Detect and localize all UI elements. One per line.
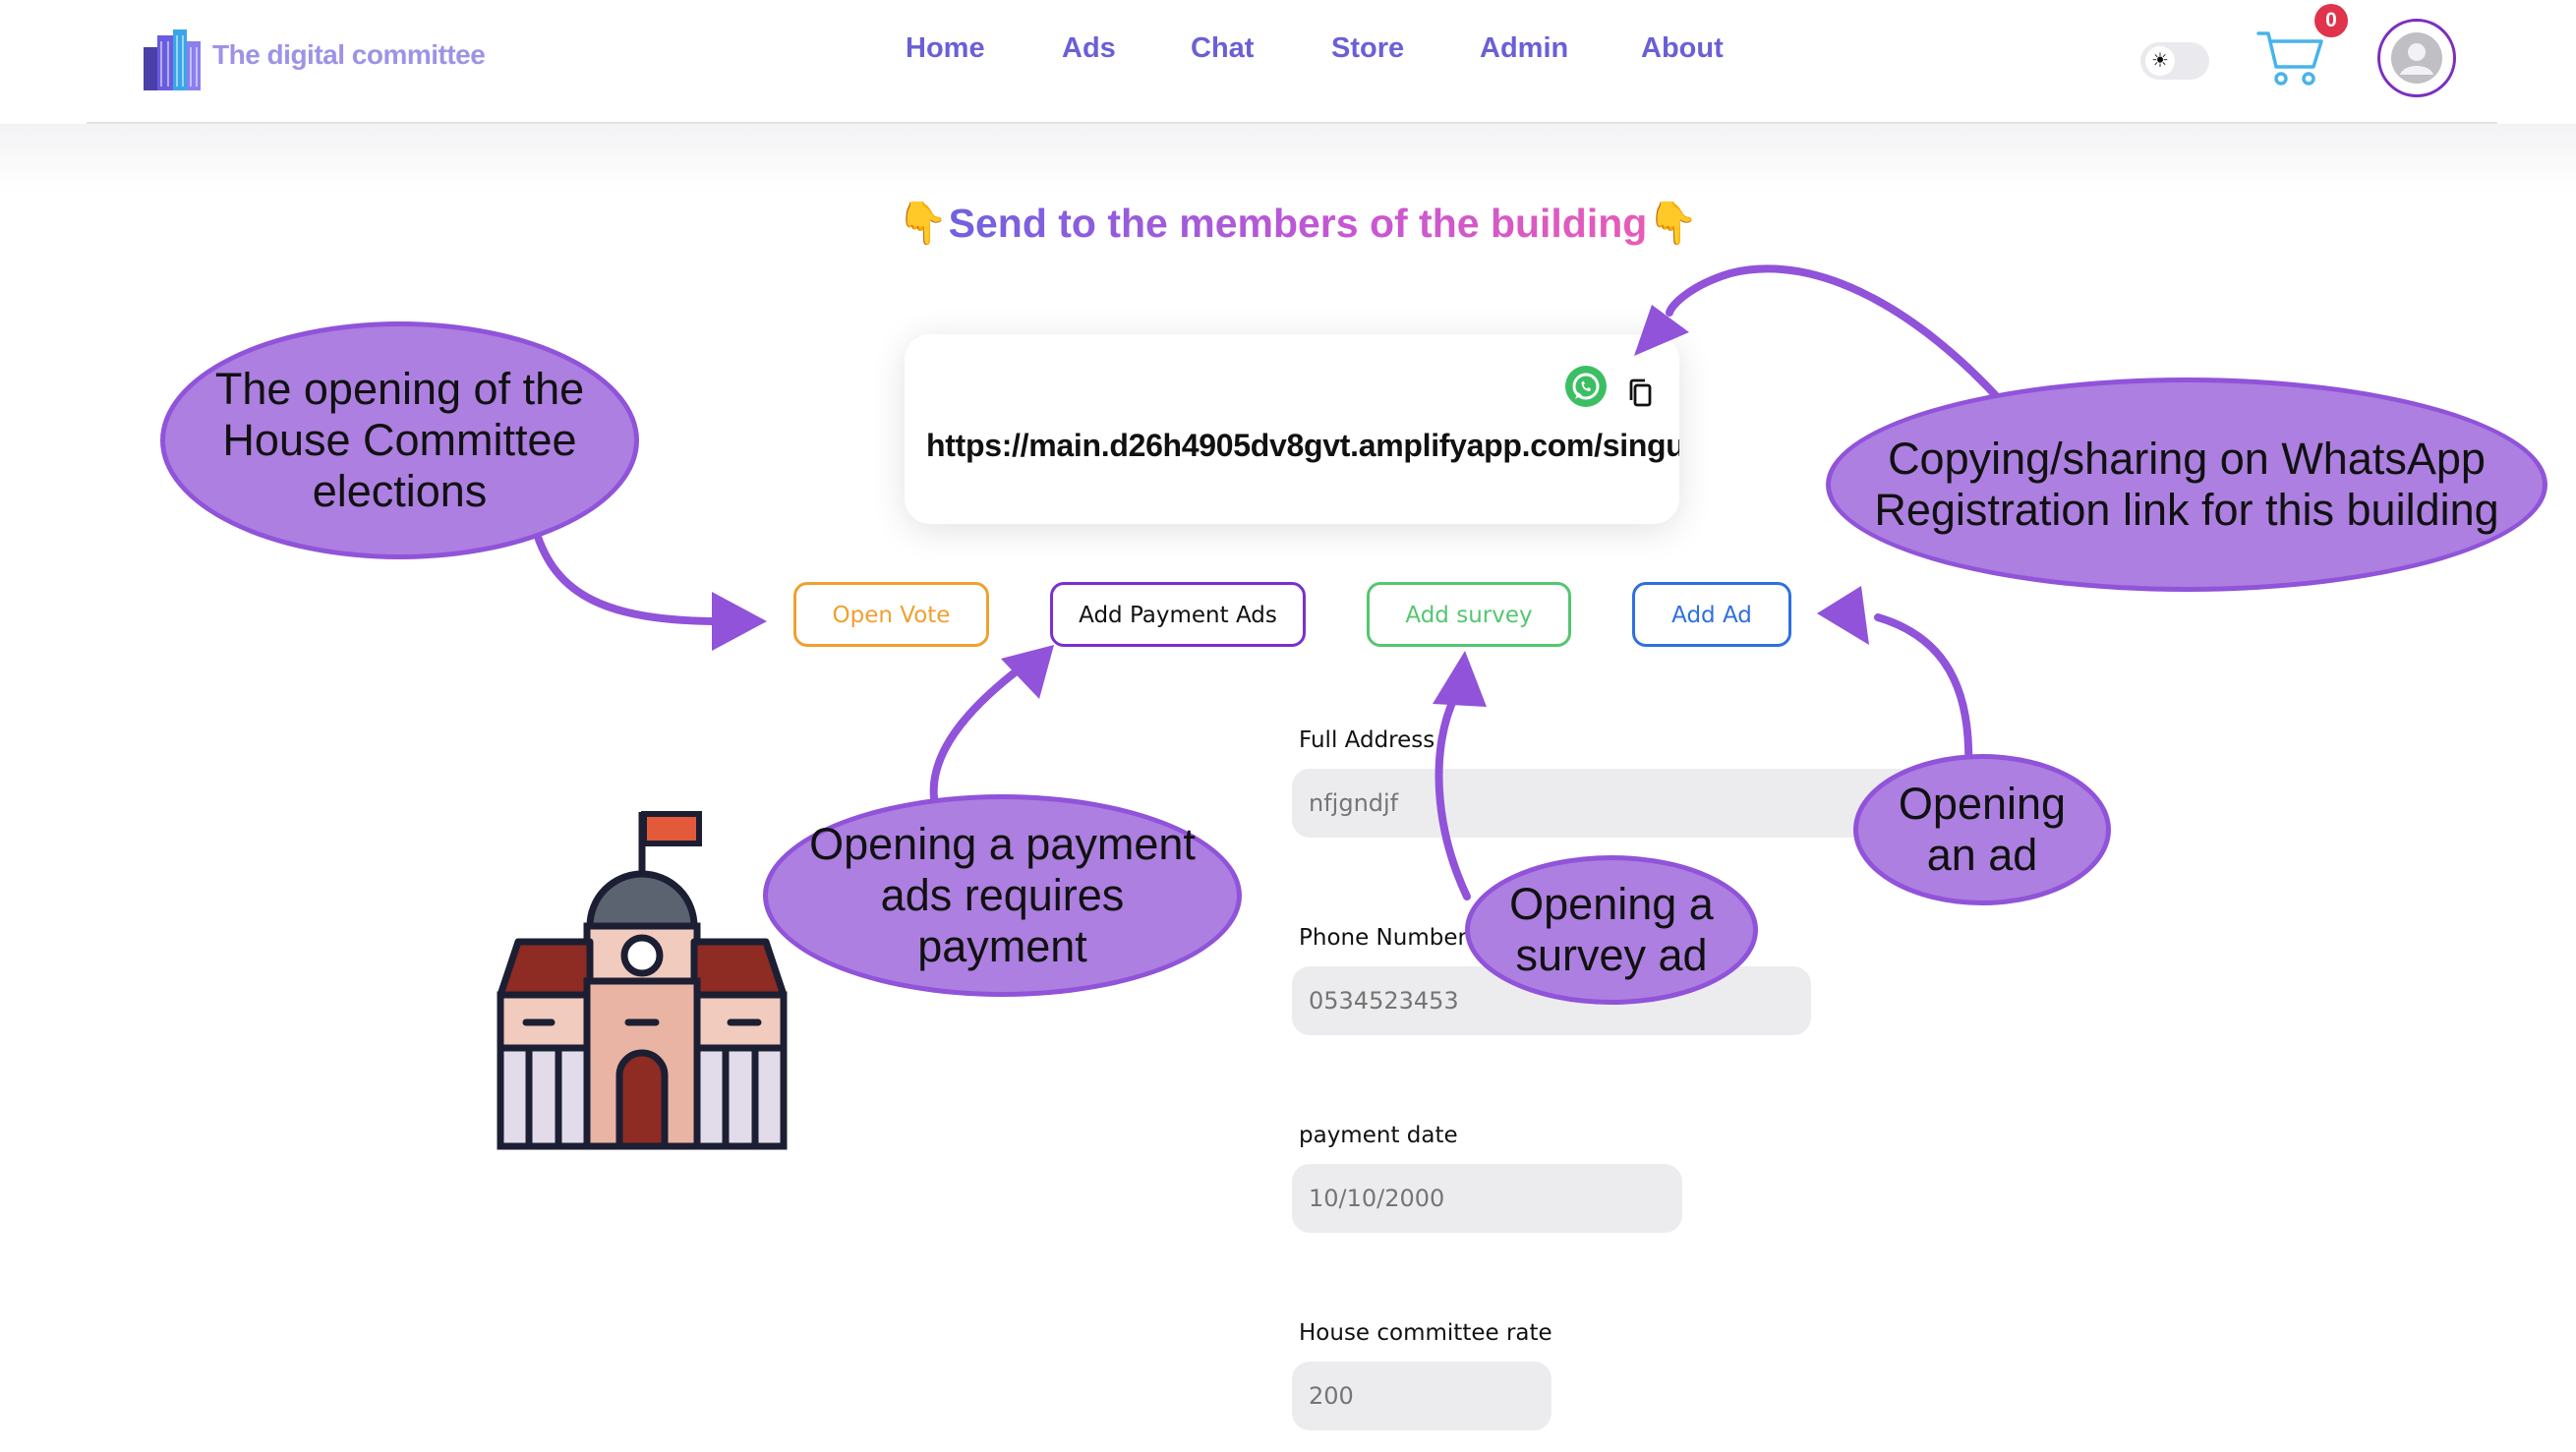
annotation-payment-text: Opening a payment ads requires payment [809, 818, 1196, 972]
annotation-whatsapp: Copying/sharing on WhatsApp Registration… [1826, 378, 2547, 592]
annotation-payment: Opening a payment ads requires payment [763, 794, 1242, 997]
annotation-arrows [532, 264, 2005, 900]
annotation-elections-text: The opening of the House Committee elect… [214, 363, 585, 517]
annotation-survey: Opening a survey ad [1465, 855, 1758, 1005]
annotation-survey-text: Opening a survey ad [1509, 878, 1714, 980]
annotation-whatsapp-text: Copying/sharing on WhatsApp Registration… [1874, 433, 2499, 535]
annotation-elections: The opening of the House Committee elect… [160, 321, 639, 559]
annotation-ad: Opening an ad [1853, 754, 2111, 905]
annotation-ad-text: Opening an ad [1898, 778, 2067, 880]
